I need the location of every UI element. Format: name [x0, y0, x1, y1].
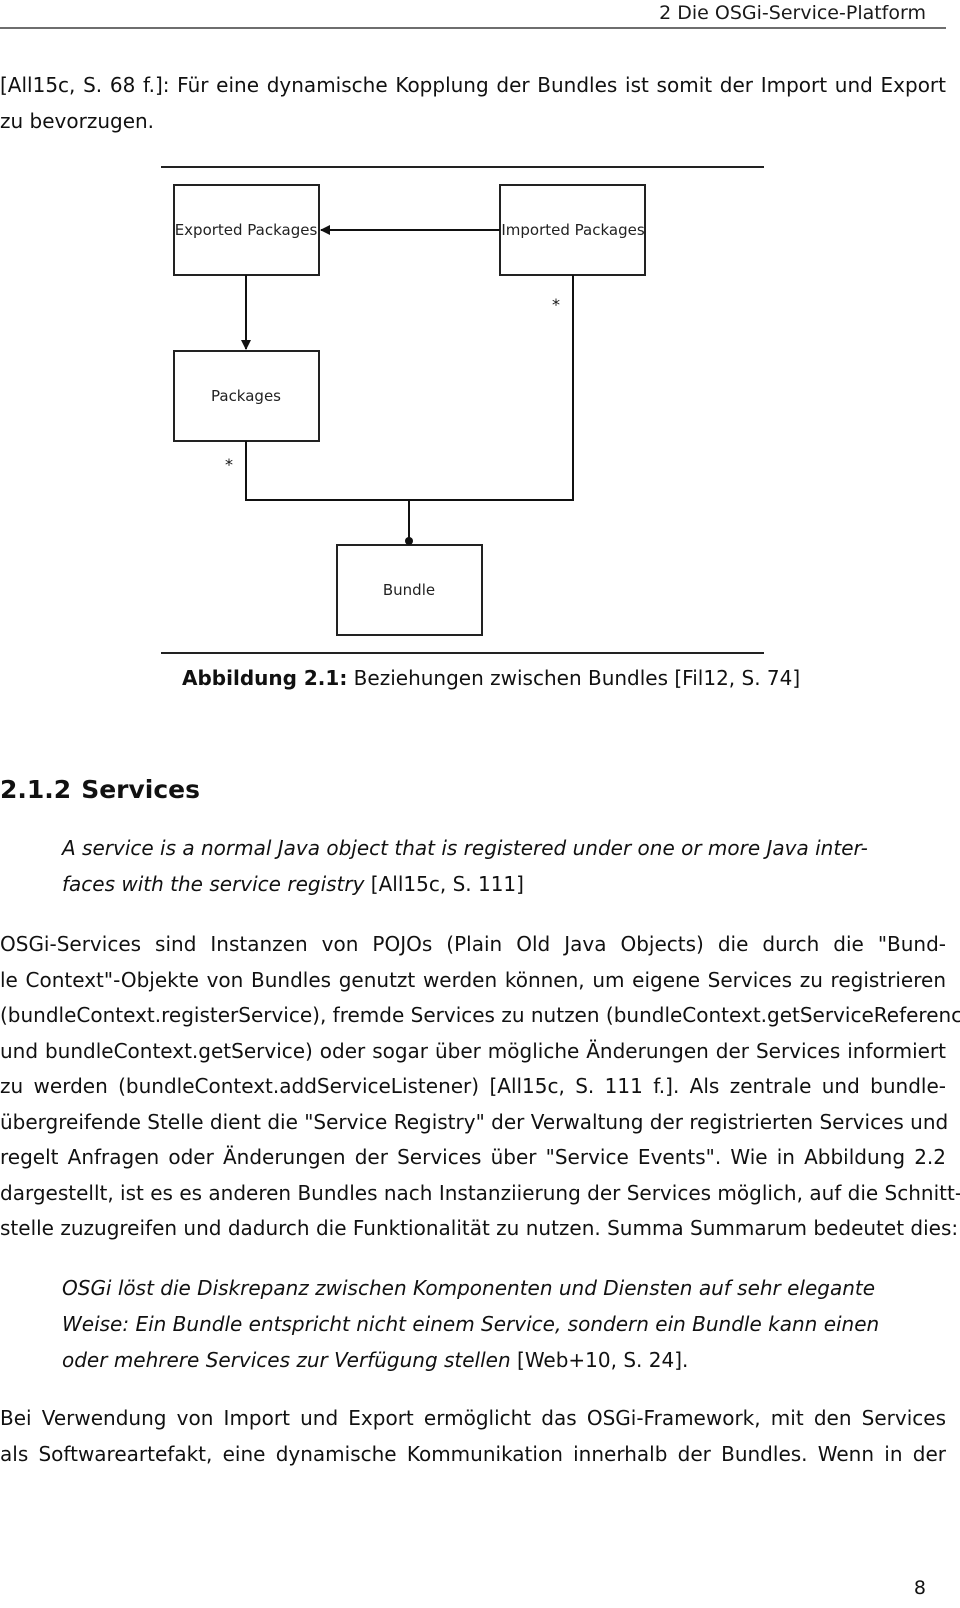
text-line: und bundleContext.getService) oder sogar… [0, 1038, 946, 1063]
section-number: 2.1.2 [0, 775, 72, 804]
block-quote-2: OSGi löst die Diskrepanz zwischen Kompon… [62, 1270, 880, 1378]
text-line: übergreifende Stelle dient die "Service … [0, 1109, 949, 1134]
composition-dot [405, 537, 413, 545]
bundle-box: Bundle [336, 544, 483, 636]
closing-paragraph: Bei Verwendung von Import und Export erm… [0, 1401, 946, 1472]
figure-caption-label: Abbildung 2.1: [182, 666, 348, 690]
block-quote-1: A service is a normal Java object that i… [62, 830, 872, 902]
text-line: zu werden (bundleContext.addServiceListe… [0, 1074, 946, 1098]
text-line: als Softwareartefakt, eine dynamische Ko… [0, 1441, 946, 1466]
section-title: Services [81, 775, 200, 804]
text-line: OSGi-Services sind Instanzen von POJOs (… [0, 932, 946, 956]
quote-line-text: oder mehrere Services zur Verfügung stel… [62, 1348, 511, 1372]
quote-line: faces with the service registry [All15c,… [62, 866, 872, 902]
section-heading: 2.1.2 Services [0, 775, 200, 804]
figure-caption: Abbildung 2.1: Beziehungen zwischen Bund… [182, 666, 800, 690]
bundle-label: Bundle [383, 581, 435, 599]
page-number: 8 [913, 1577, 926, 1599]
quote-line: A service is a normal Java object that i… [62, 836, 868, 860]
text-line: dargestellt, ist es es anderen Bundles n… [0, 1180, 960, 1205]
text-line: Bei Verwendung von Import und Export erm… [0, 1406, 946, 1430]
quote-line-text: faces with the service registry [62, 872, 365, 896]
packages-multiplicity: * [225, 455, 233, 474]
text-line: stelle zuzugreifen und dadurch die Funkt… [0, 1216, 959, 1240]
packages-box: Packages [173, 350, 320, 442]
quote-line: oder mehrere Services zur Verfügung stel… [62, 1342, 872, 1378]
packages-label: Packages [211, 387, 281, 405]
exported-packages-label: Exported Packages [175, 221, 318, 239]
body-paragraph: OSGi-Services sind Instanzen von POJOs (… [0, 927, 960, 1247]
figure-caption-text: Beziehungen zwischen Bundles [Fil12, S. … [347, 666, 801, 690]
text-line: (bundleContext.registerService), fremde … [0, 1003, 960, 1027]
imported-packages-box: Imported Packages [499, 184, 646, 276]
quote-line: OSGi löst die Diskrepanz zwischen Kompon… [62, 1276, 876, 1300]
quote-citation: [All15c, S. 111] [364, 872, 524, 896]
imported-multiplicity: * [552, 295, 560, 314]
exported-packages-box: Exported Packages [173, 184, 320, 276]
quote-citation: [Web+10, S. 24]. [510, 1348, 689, 1372]
quote-line: Weise: Ein Bundle entspricht nicht einem… [62, 1312, 880, 1336]
text-line: le Context"-Objekte von Bundles genutzt … [0, 967, 946, 992]
bundle-relationship-diagram: Exported Packages Imported Packages Pack… [161, 166, 764, 654]
text-line: regelt Anfragen oder Änderungen der Serv… [0, 1145, 946, 1169]
imported-packages-label: Imported Packages [501, 221, 644, 239]
